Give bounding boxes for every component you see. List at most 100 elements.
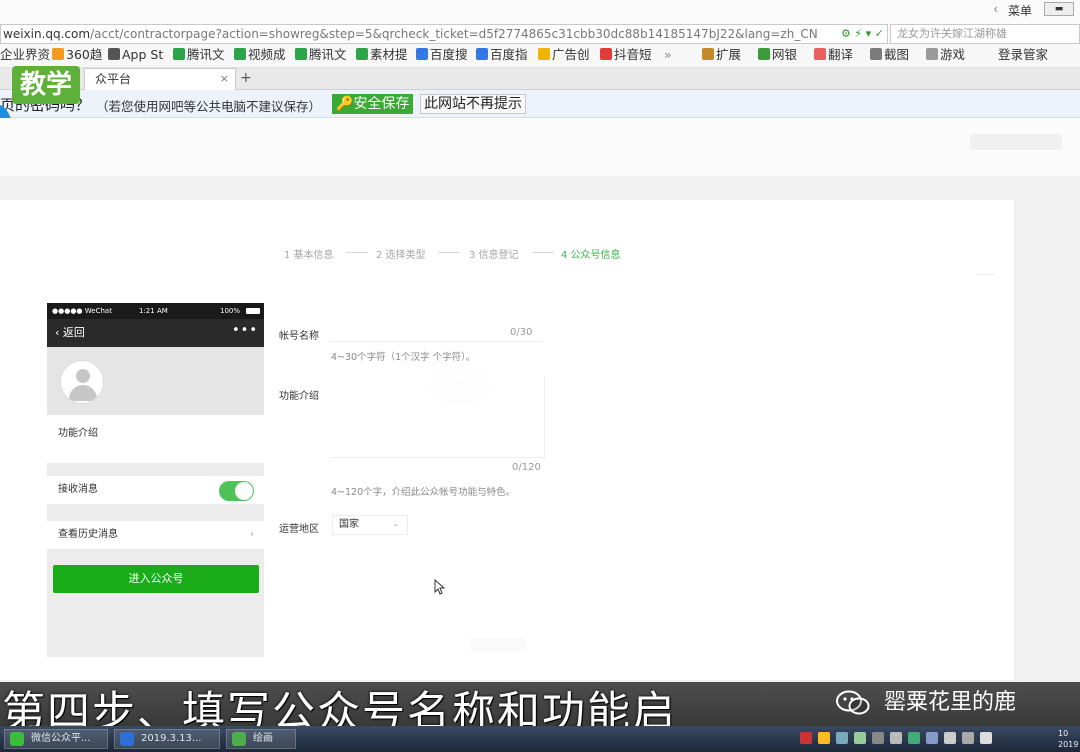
url-host: weixin.qq.com — [3, 27, 91, 41]
blurred-region — [428, 366, 492, 406]
chevron-right-icon: › — [250, 529, 254, 540]
bookmark-item[interactable]: 翻译 — [814, 44, 853, 66]
bookmark-item[interactable]: 企业界资 — [0, 44, 50, 66]
url-path: /acct/contractorpage?action=showreg&step… — [90, 27, 818, 41]
tray-icon[interactable] — [854, 732, 866, 744]
mouse-cursor-icon — [434, 579, 446, 595]
phone-preview: ●●●●● WeChat 1:21 AM 100% ‹ 返回 ••• 功能介绍 … — [47, 303, 264, 657]
address-bar[interactable]: weixin.qq.com/acct/contractorpage?action… — [0, 24, 888, 44]
tray-icon[interactable] — [962, 732, 974, 744]
phone-nav-bar: ‹ 返回 ••• — [47, 319, 264, 347]
taskbar-item[interactable]: 微信公众平... — [4, 729, 108, 749]
password-save-bar: 页的密码吗？ （若您使用网吧等公共电脑不建议保存） 🔑安全保存 此网站不再提示 — [0, 90, 1080, 118]
bookmark-item[interactable]: 抖音短 — [600, 44, 652, 66]
bookmark-item[interactable]: 登录管家 — [998, 44, 1048, 66]
receive-messages-label: 接收消息 — [58, 484, 98, 495]
save-password-hint: （若您使用网吧等公共电脑不建议保存） — [96, 99, 322, 114]
time-label: 1:21 AM — [139, 307, 168, 315]
tray-icon[interactable] — [800, 732, 812, 744]
history-messages-row: 查看历史消息 › — [47, 521, 264, 549]
tray-icon[interactable] — [980, 732, 992, 744]
menu-button[interactable]: 菜单 — [1008, 2, 1032, 19]
account-name-hint: 4~30个字符（1个汉字 个字符）。 — [331, 352, 476, 363]
key-icon: 🔑 — [336, 96, 354, 112]
bookmark-item[interactable]: 游戏 — [926, 44, 965, 66]
tray-icon[interactable] — [890, 732, 902, 744]
wechat-app-icon — [10, 732, 24, 746]
bookmark-icon — [814, 48, 826, 60]
chevron-left-icon: ‹ — [55, 326, 63, 339]
address-tools-icon[interactable]: ⚙ ⚡ ▾ ✓ — [841, 25, 887, 43]
bookmark-item[interactable]: 腾讯文 — [295, 44, 347, 66]
header-button[interactable] — [970, 134, 1062, 150]
bookmark-icon — [926, 48, 938, 60]
bookmark-item[interactable]: 截图 — [870, 44, 909, 66]
tray-icon[interactable] — [908, 732, 920, 744]
bookmark-icon — [870, 48, 882, 60]
bookmark-icon — [758, 48, 770, 60]
paint-app-icon — [232, 732, 246, 746]
bookmark-icon — [295, 48, 307, 60]
more-bookmarks-button[interactable]: » — [664, 44, 672, 66]
bookmark-item[interactable]: 腾讯文 — [173, 44, 225, 66]
watermark-text: 罂粟花里的鹿 — [884, 690, 1017, 715]
step-separator — [532, 252, 554, 253]
step-1: 1 基本信息 — [284, 250, 334, 261]
bookmark-item[interactable]: 广告创 — [538, 44, 590, 66]
faint-button — [470, 638, 526, 652]
tray-icon[interactable] — [818, 732, 830, 744]
tab-strip: 众平台 × + — [0, 68, 1080, 90]
enter-account-button: 进入公众号 — [53, 565, 259, 593]
tray-icon[interactable] — [836, 732, 848, 744]
bookmark-item[interactable]: 百度指 — [476, 44, 528, 66]
tray-icon[interactable] — [944, 732, 956, 744]
search-box[interactable]: 龙女为许关嫁江湖称雄 — [890, 24, 1080, 44]
taskbar-item[interactable]: 2019.3.13... — [114, 729, 220, 749]
close-tab-icon[interactable]: × — [220, 69, 229, 89]
never-prompt-button[interactable]: 此网站不再提示 — [420, 94, 526, 114]
bookmark-item[interactable]: 百度搜 — [416, 44, 468, 66]
teaching-logo: 教学 — [12, 66, 81, 104]
bookmark-item[interactable]: 视频成 — [234, 44, 286, 66]
tab-title: 众平台 — [95, 72, 132, 86]
bookmark-icon — [52, 48, 64, 60]
bookmark-icon — [416, 48, 428, 60]
bookmark-icon — [356, 48, 368, 60]
step-4: 4 公众号信息 — [561, 250, 621, 261]
tray-icon[interactable] — [926, 732, 938, 744]
history-messages-label: 查看历史消息 — [58, 529, 118, 540]
step-2: 2 选择类型 — [376, 250, 426, 261]
step-3: 3 信息登记 — [469, 250, 519, 261]
profile-header — [47, 347, 264, 415]
system-clock[interactable]: 10 2019 — [1058, 728, 1080, 750]
system-tray — [800, 732, 1010, 746]
page-header — [0, 118, 1080, 176]
intro-hint: 4~120个字，介绍此公众帐号功能与特色。 — [331, 487, 516, 498]
chevron-down-icon: ⌄ — [392, 519, 399, 528]
bookmarks-bar: 企业界资 360趋 App St 腾讯文 视频成 腾讯文 素材提 百度搜 百度指… — [0, 44, 1080, 68]
bookmark-item[interactable]: 扩展 — [702, 44, 741, 66]
intro-counter: 0/120 — [512, 462, 541, 473]
window-control-icon[interactable]: ▬ — [1044, 2, 1074, 16]
battery-icon — [246, 308, 260, 314]
wechat-icon — [836, 690, 870, 715]
step-separator — [438, 252, 460, 253]
bookmark-item[interactable]: 360趋 — [52, 44, 102, 66]
bookmark-icon — [538, 48, 550, 60]
region-select[interactable]: 国家 ⌄ — [332, 515, 408, 535]
avatar-placeholder-icon — [60, 360, 104, 404]
bookmark-item[interactable]: App St — [108, 44, 163, 66]
tab-wechat-platform[interactable]: 众平台 × — [84, 68, 236, 90]
bookmark-icon — [108, 48, 120, 60]
taskbar: 微信公众平... 2019.3.13... 绘画 10 2019 — [0, 726, 1080, 752]
intro-field-label: 功能介绍 — [279, 391, 319, 402]
save-password-button[interactable]: 🔑安全保存 — [332, 94, 414, 114]
back-button[interactable]: ‹ — [993, 2, 998, 16]
taskbar-item[interactable]: 绘画 — [226, 729, 296, 749]
intro-label: 功能介绍 — [58, 428, 98, 439]
tray-icon[interactable] — [872, 732, 884, 744]
carrier-label: ●●●●● WeChat — [52, 307, 112, 315]
bookmark-item[interactable]: 素材提 — [356, 44, 408, 66]
new-tab-button[interactable]: + — [240, 68, 252, 88]
bookmark-item[interactable]: 网银 — [758, 44, 797, 66]
